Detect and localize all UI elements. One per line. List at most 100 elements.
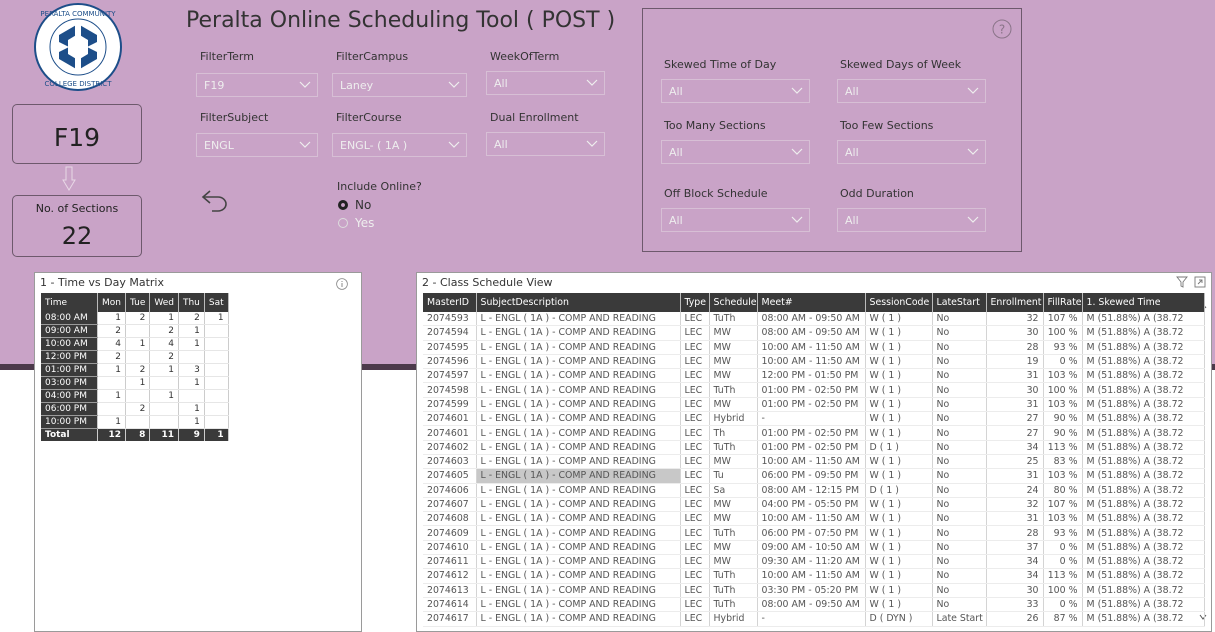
table-row[interactable]: 2074612 L - ENGL ( 1A ) - COMP AND READIN… (423, 568, 1205, 584)
info-icon[interactable] (336, 278, 348, 290)
schedule-cell: LEC (680, 397, 710, 413)
schedule-cell: W ( 1 ) (865, 425, 933, 441)
table-row[interactable]: 2074605 L - ENGL ( 1A ) - COMP AND READIN… (423, 468, 1205, 484)
matrix-cell (125, 415, 151, 429)
schedule-cell: 2074595 (423, 340, 477, 355)
schedule-cell: 100 % (1043, 382, 1083, 398)
matrix-header-cell[interactable]: Wed (149, 293, 179, 312)
skew-time-dropdown[interactable]: All (661, 79, 810, 103)
table-row[interactable]: 2074593 L - ENGL ( 1A ) - COMP AND READIN… (423, 312, 1205, 327)
matrix-cell: 1 (178, 415, 205, 429)
matrix-header-cell[interactable]: Time (41, 293, 98, 312)
table-row[interactable]: 2074597 L - ENGL ( 1A ) - COMP AND READIN… (423, 368, 1205, 384)
chevron-down-icon (791, 87, 803, 94)
online-radio-no[interactable]: No (338, 198, 371, 212)
schedule-header-cell[interactable]: MasterID (423, 293, 477, 312)
filter-week-dropdown[interactable]: All (486, 71, 605, 95)
too-many-dropdown[interactable]: All (661, 140, 810, 164)
schedule-cell: 90 % (1043, 425, 1083, 441)
schedule-cell: MW (709, 368, 758, 384)
schedule-cell: MW (709, 511, 758, 527)
too-few-dropdown[interactable]: All (837, 140, 986, 164)
matrix-row: 04:00 PM 1 1 (41, 389, 229, 403)
schedule-cell: 107 % (1043, 312, 1083, 327)
schedule-cell: 100 % (1043, 583, 1083, 598)
table-row[interactable]: 2074607 L - ENGL ( 1A ) - COMP AND READIN… (423, 497, 1205, 513)
filter-icon[interactable] (1176, 276, 1188, 288)
schedule-cell: L - ENGL ( 1A ) - COMP AND READING (476, 468, 681, 484)
table-row[interactable]: 2074606 L - ENGL ( 1A ) - COMP AND READIN… (423, 483, 1205, 498)
schedule-header-cell[interactable]: FillRate (1043, 293, 1083, 312)
schedule-cell: 113 % (1043, 440, 1083, 455)
table-row[interactable]: 2074594 L - ENGL ( 1A ) - COMP AND READIN… (423, 325, 1205, 341)
schedule-cell: TuTh (709, 568, 758, 584)
table-row[interactable]: 2074603 L - ENGL ( 1A ) - COMP AND READIN… (423, 454, 1205, 470)
chevron-down-icon (967, 148, 979, 155)
table-row[interactable]: 2074595 L - ENGL ( 1A ) - COMP AND READIN… (423, 340, 1205, 355)
matrix-header-cell[interactable]: Sat (204, 293, 229, 312)
filter-campus-dropdown[interactable]: Laney (332, 73, 467, 97)
schedule-cell: L - ENGL ( 1A ) - COMP AND READING (476, 325, 681, 341)
schedule-cell: LEC (680, 312, 710, 327)
schedule-cell: 103 % (1043, 468, 1083, 484)
schedule-cell: No (932, 468, 987, 484)
schedule-cell: 103 % (1043, 368, 1083, 384)
filter-dual-dropdown[interactable]: All (486, 132, 605, 156)
filter-term-label: FilterTerm (200, 50, 254, 63)
focus-mode-icon[interactable] (1194, 276, 1206, 288)
matrix-cell: 1 (97, 363, 126, 377)
schedule-header-cell[interactable]: SessionCode (865, 293, 933, 312)
schedule-cell: 08:00 AM - 09:50 AM (757, 597, 866, 613)
undo-icon[interactable] (200, 187, 230, 213)
off-block-dropdown[interactable]: All (661, 208, 810, 232)
schedule-header-cell[interactable]: LateStart (932, 293, 987, 312)
schedule-header-cell[interactable]: Type (680, 293, 710, 312)
schedule-header-cell[interactable]: Enrollment (986, 293, 1044, 312)
schedule-cell: M (51.88%) A (38.72 (1082, 454, 1205, 470)
schedule-header-cell[interactable]: Meet# (757, 293, 866, 312)
schedule-cell: MW (709, 540, 758, 556)
matrix-cell (125, 324, 151, 338)
schedule-header-cell[interactable]: Schedule (709, 293, 758, 312)
filter-course-dropdown[interactable]: ENGL- ( 1A ) (332, 133, 467, 157)
skew-days-dropdown[interactable]: All (837, 79, 986, 103)
matrix-cell: 1 (97, 312, 126, 325)
schedule-cell: 10:00 AM - 11:50 AM (757, 340, 866, 355)
schedule-cell: 30 (986, 325, 1044, 341)
odd-duration-dropdown[interactable]: All (837, 208, 986, 232)
online-radio-yes[interactable]: Yes (338, 216, 374, 230)
matrix-header-cell[interactable]: Mon (97, 293, 126, 312)
logo-text-bottom: COLLEGE DISTRICT (45, 80, 113, 88)
too-many-label: Too Many Sections (664, 119, 766, 132)
schedule-header-cell[interactable]: 1. Skewed Time (1082, 293, 1205, 312)
table-row[interactable]: 2074613 L - ENGL ( 1A ) - COMP AND READIN… (423, 583, 1205, 598)
too-few-label: Too Few Sections (840, 119, 934, 132)
matrix-header-cell[interactable]: Thu (178, 293, 205, 312)
filter-subject-dropdown[interactable]: ENGL (196, 133, 318, 157)
matrix-total-cell: 1 (204, 428, 229, 441)
table-row[interactable]: 2074614 L - ENGL ( 1A ) - COMP AND READIN… (423, 597, 1205, 613)
schedule-header-cell[interactable]: SubjectDescription (476, 293, 681, 312)
matrix-cell (204, 376, 229, 390)
table-row[interactable]: 2074598 L - ENGL ( 1A ) - COMP AND READIN… (423, 382, 1205, 398)
table-row[interactable]: 2074611 L - ENGL ( 1A ) - COMP AND READIN… (423, 554, 1205, 570)
table-row[interactable]: 2074602 L - ENGL ( 1A ) - COMP AND READIN… (423, 440, 1205, 455)
filter-term-dropdown[interactable]: F19 (196, 73, 318, 97)
help-icon[interactable]: ? (992, 19, 1012, 39)
table-row[interactable]: 2074609 L - ENGL ( 1A ) - COMP AND READIN… (423, 525, 1205, 541)
matrix-header-cell[interactable]: Tue (125, 293, 151, 312)
schedule-cell: 12:00 PM - 01:50 PM (757, 368, 866, 384)
table-row[interactable]: 2074596 L - ENGL ( 1A ) - COMP AND READIN… (423, 354, 1205, 370)
table-row[interactable]: 2074599 L - ENGL ( 1A ) - COMP AND READIN… (423, 397, 1205, 413)
schedule-cell: M (51.88%) A (38.72 (1082, 312, 1205, 327)
schedule-cell: M (51.88%) A (38.72 (1082, 340, 1205, 355)
schedule-cell: M (51.88%) A (38.72 (1082, 397, 1205, 413)
schedule-cell: No (932, 568, 987, 584)
schedule-cell: 2074603 (423, 454, 477, 470)
schedule-cell: 10:00 AM - 11:50 AM (757, 454, 866, 470)
matrix-title: 1 - Time vs Day Matrix (40, 276, 164, 289)
table-row[interactable]: 2074601 L - ENGL ( 1A ) - COMP AND READIN… (423, 411, 1205, 427)
table-row[interactable]: 2074608 L - ENGL ( 1A ) - COMP AND READIN… (423, 511, 1205, 527)
table-row[interactable]: 2074610 L - ENGL ( 1A ) - COMP AND READIN… (423, 540, 1205, 556)
table-row[interactable]: 2074601 L - ENGL ( 1A ) - COMP AND READIN… (423, 425, 1205, 441)
